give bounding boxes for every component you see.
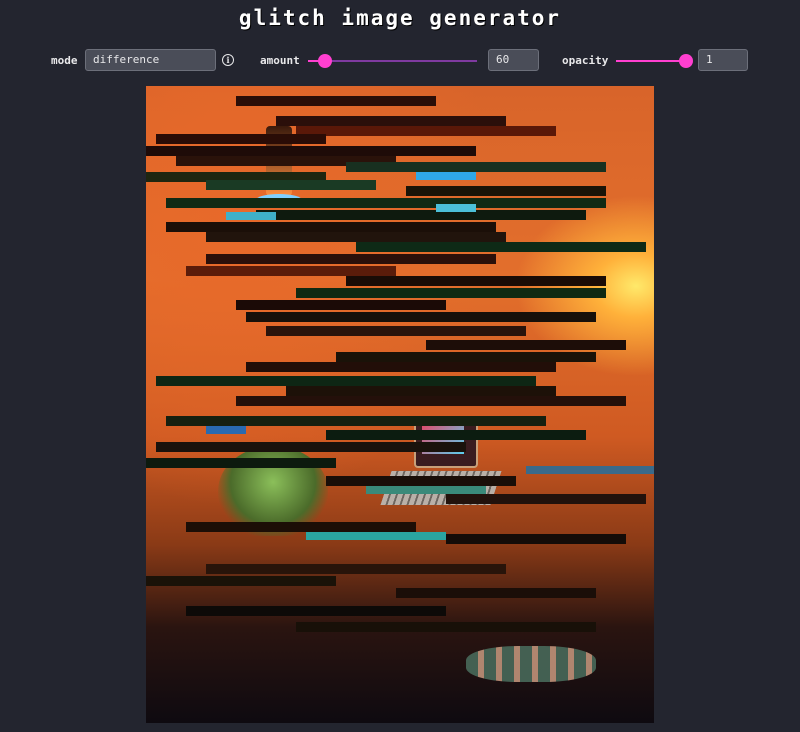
glitch-stripe bbox=[236, 300, 446, 310]
glitch-stripe bbox=[336, 352, 596, 362]
glitch-accent-stripe bbox=[306, 532, 446, 540]
glitch-stripe bbox=[166, 416, 546, 426]
glitch-accent-stripe bbox=[366, 486, 486, 494]
opacity-label: opacity bbox=[562, 54, 609, 67]
glitch-stripe bbox=[246, 312, 596, 322]
opacity-slider[interactable] bbox=[616, 54, 693, 68]
glitch-stripe bbox=[446, 534, 626, 544]
glitch-stripe bbox=[156, 376, 536, 386]
glitch-stripe bbox=[296, 288, 606, 298]
info-icon[interactable]: i bbox=[222, 54, 234, 66]
glitch-stripe bbox=[446, 494, 646, 504]
glitch-stripe bbox=[186, 606, 446, 616]
glitch-stripe bbox=[186, 522, 416, 532]
glitch-stripe bbox=[296, 622, 596, 632]
sandals bbox=[466, 646, 596, 682]
glitch-stripe bbox=[266, 326, 526, 336]
glitch-canvas bbox=[146, 86, 654, 723]
amount-label: amount bbox=[260, 54, 300, 67]
amount-input[interactable]: 60 bbox=[488, 49, 539, 71]
glitch-stripe bbox=[146, 458, 336, 468]
glitch-stripe bbox=[346, 276, 606, 286]
glitch-accent-stripe bbox=[436, 204, 476, 212]
glitch-stripe bbox=[406, 186, 606, 196]
glitch-stripe bbox=[256, 210, 586, 220]
glitch-stripe bbox=[296, 126, 556, 136]
glitch-stripe bbox=[206, 180, 376, 190]
glitch-stripe bbox=[146, 146, 476, 156]
controls-bar: mode difference i amount 60 opacity 1 bbox=[0, 48, 800, 74]
glitch-stripe bbox=[326, 476, 516, 486]
mode-select[interactable]: difference bbox=[85, 49, 216, 71]
glitch-stripe bbox=[236, 396, 626, 406]
glitch-stripe bbox=[186, 266, 396, 276]
glitch-stripe bbox=[236, 96, 436, 106]
glitch-accent-stripe bbox=[526, 466, 654, 474]
glitch-stripe bbox=[286, 386, 556, 396]
glitch-stripe bbox=[166, 198, 606, 208]
opacity-slider-fill bbox=[616, 60, 686, 62]
glitch-stripe bbox=[166, 222, 496, 232]
glitch-stripe bbox=[156, 134, 326, 144]
opacity-slider-thumb[interactable] bbox=[679, 54, 693, 68]
glitch-stripe bbox=[426, 340, 626, 350]
amount-slider-track bbox=[308, 60, 477, 62]
glitch-stripe bbox=[346, 162, 606, 172]
glitch-stripe bbox=[156, 442, 466, 452]
glitch-stripe bbox=[326, 430, 586, 440]
glitch-accent-stripe bbox=[226, 212, 276, 220]
glitch-stripe bbox=[206, 564, 506, 574]
glitch-accent-stripe bbox=[206, 426, 246, 434]
glitch-stripe bbox=[206, 254, 496, 264]
glitch-stripe bbox=[246, 362, 556, 372]
glitch-stripe bbox=[146, 576, 336, 586]
glitch-stripe bbox=[206, 232, 506, 242]
amount-slider-thumb[interactable] bbox=[317, 54, 332, 68]
page-title: glitch image generator bbox=[238, 6, 562, 30]
mode-label: mode bbox=[51, 54, 78, 67]
opacity-input[interactable]: 1 bbox=[698, 49, 748, 71]
glitch-stripe bbox=[396, 588, 596, 598]
glitch-stripe bbox=[356, 242, 646, 252]
amount-slider[interactable] bbox=[308, 54, 477, 68]
glitch-stripe bbox=[276, 116, 506, 126]
glitch-accent-stripe bbox=[416, 172, 476, 180]
